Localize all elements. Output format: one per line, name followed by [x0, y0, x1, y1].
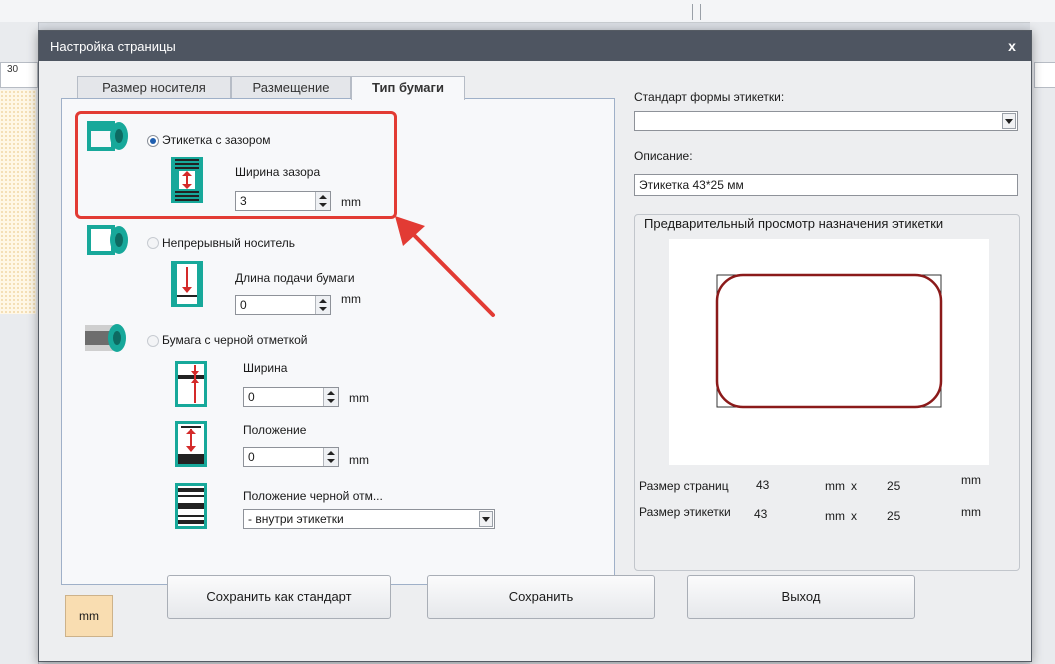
mark-width-icon — [175, 361, 207, 410]
background-right-ruler — [1034, 62, 1055, 88]
label-size-times: x — [851, 509, 857, 523]
mark-position-label: Положение — [243, 423, 307, 437]
black-mark-location-icon — [175, 483, 207, 532]
description-field[interactable]: Этикетка 43*25 мм — [634, 174, 1018, 196]
background-ruler: 30 — [0, 62, 38, 88]
label-preview-drawing — [715, 273, 943, 409]
background-toolbar — [0, 0, 1055, 23]
label-size-width-unit: mm — [825, 509, 845, 523]
highlight-frame — [75, 111, 397, 219]
preview-title: Предварительный просмотр назначения этик… — [641, 216, 947, 231]
mark-width-label: Ширина — [243, 361, 288, 375]
label-size-height-unit: mm — [961, 505, 981, 519]
feed-length-value: 0 — [240, 298, 247, 312]
background-canvas-grid — [0, 90, 36, 314]
page-size-width: 43 — [756, 478, 770, 492]
black-mark-location-value: - внутри этикетки — [248, 512, 344, 526]
standard-label: Стандарт формы этикетки: — [634, 90, 785, 104]
mark-position-unit: mm — [349, 453, 369, 467]
mark-width-unit: mm — [349, 391, 369, 405]
radio-continuous[interactable] — [147, 237, 159, 249]
label-size-height: 25 — [887, 509, 901, 523]
background-right-panel — [1030, 22, 1055, 664]
black-mark-roll-icon — [83, 321, 129, 358]
black-mark-label: Бумага с черной отметкой — [162, 333, 308, 347]
tab-layout[interactable]: Размещение — [231, 76, 351, 99]
description-label: Описание: — [634, 149, 693, 163]
chevron-down-icon[interactable] — [479, 511, 493, 527]
annotation-arrow — [395, 216, 495, 317]
label-size-label: Размер этикетки — [639, 505, 731, 519]
black-mark-location-select[interactable]: - внутри этикетки — [243, 509, 495, 529]
save-button[interactable]: Сохранить — [427, 575, 655, 619]
mark-position-stepper[interactable]: 0 — [243, 447, 339, 467]
page-size-width-unit: mm — [825, 479, 845, 493]
dialog-title: Настройка страницы — [50, 39, 176, 54]
continuous-label: Непрерывный носитель — [162, 236, 296, 250]
page-size-times: x — [851, 479, 857, 493]
mark-position-value: 0 — [248, 450, 255, 464]
mark-width-stepper[interactable]: 0 — [243, 387, 339, 407]
description-value: Этикетка 43*25 мм — [639, 178, 744, 192]
page-size-label: Размер страниц — [639, 479, 729, 493]
page-size-height-unit: mm — [961, 473, 981, 487]
tab-paper-type[interactable]: Тип бумаги — [351, 76, 465, 100]
page-size-height: 25 — [887, 479, 901, 493]
feed-length-icon — [171, 261, 203, 310]
dialog-titlebar[interactable]: Настройка страницы x — [39, 31, 1031, 61]
tab-media-size[interactable]: Размер носителя — [77, 76, 231, 99]
feed-length-spin-buttons[interactable] — [315, 296, 330, 314]
chevron-down-icon[interactable] — [1002, 113, 1016, 129]
feed-length-label: Длина подачи бумаги — [235, 271, 355, 285]
continuous-roll-icon — [87, 223, 129, 260]
radio-black-mark[interactable] — [147, 335, 159, 347]
close-button[interactable]: x — [1001, 35, 1023, 57]
mark-width-spin-buttons[interactable] — [323, 388, 338, 406]
label-preview — [669, 239, 989, 465]
mark-width-value: 0 — [248, 390, 255, 404]
black-mark-location-label: Положение черной отм... — [243, 489, 383, 503]
mark-position-icon — [175, 421, 207, 470]
label-size-width: 43 — [754, 507, 768, 521]
feed-length-stepper[interactable]: 0 — [235, 295, 331, 315]
standard-select[interactable] — [634, 111, 1018, 131]
exit-button[interactable]: Выход — [687, 575, 915, 619]
unit-toggle-button[interactable]: mm — [65, 595, 113, 637]
feed-length-unit: mm — [341, 292, 361, 306]
save-as-standard-button[interactable]: Сохранить как стандарт — [167, 575, 391, 619]
ruler-value: 30 — [7, 64, 19, 75]
page-setup-dialog: Настройка страницы x Размер носителя Раз… — [38, 30, 1032, 662]
mark-position-spin-buttons[interactable] — [323, 448, 338, 466]
